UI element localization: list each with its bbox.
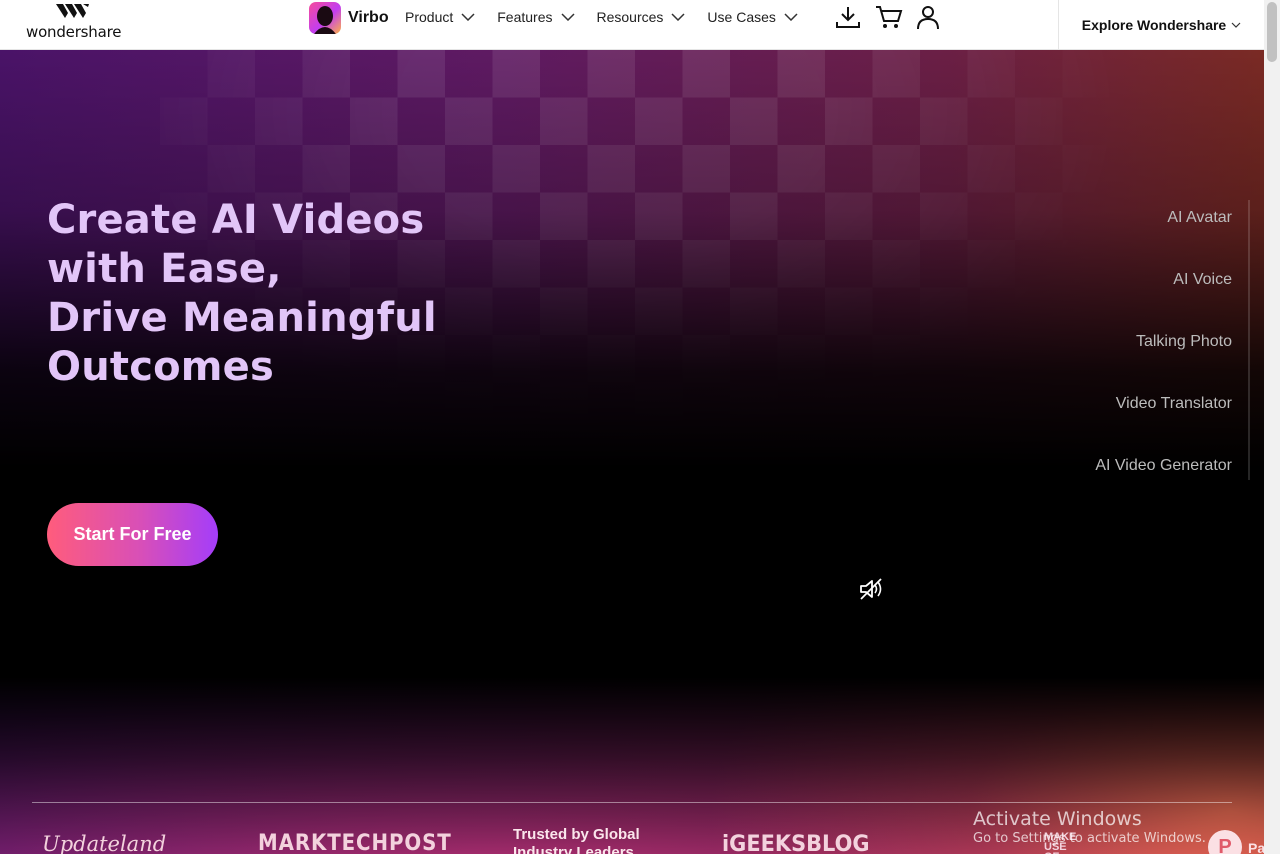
- main-nav: Product Features Resources Use Cases: [405, 9, 798, 25]
- chevron-down-icon: [461, 13, 475, 21]
- virbo-app-icon: [309, 2, 341, 34]
- headline-line: Outcomes: [47, 344, 275, 390]
- site-header: wondershare Virbo Product Features Resou…: [0, 0, 1264, 50]
- nav-product[interactable]: Product: [405, 9, 475, 25]
- chevron-down-icon: [560, 13, 575, 21]
- hero-headline: Create AI Videos with Ease, Drive Meanin…: [47, 196, 467, 392]
- virbo-label: Virbo: [348, 9, 389, 26]
- hero-section: Create AI Videos with Ease, Drive Meanin…: [0, 50, 1264, 854]
- section-divider: [32, 802, 1232, 803]
- nav-label: Product: [405, 9, 454, 25]
- chevron-down-icon: [784, 13, 798, 21]
- cart-icon[interactable]: [875, 4, 903, 30]
- nav-use-cases[interactable]: Use Cases: [707, 9, 798, 25]
- trusted-by-text: Trusted by Global Industry Leaders: [513, 826, 663, 854]
- explore-label: Explore Wondershare: [1081, 17, 1227, 33]
- header-tools: [835, 4, 941, 30]
- logo-partial-text: Pa: [1248, 840, 1264, 854]
- side-menu-ai-voice[interactable]: AI Voice: [1173, 271, 1232, 289]
- headline-line: Drive Meaningful: [47, 295, 437, 341]
- side-menu-talking-photo[interactable]: Talking Photo: [1136, 333, 1232, 351]
- virbo-brand[interactable]: Virbo: [309, 2, 389, 34]
- logo-igeeksblog: iGEEKSBLOG: [722, 832, 870, 854]
- logo-marktechpost: MARKTECHPOST: [258, 831, 452, 854]
- side-menu-video-translator[interactable]: Video Translator: [1116, 395, 1232, 413]
- nav-label: Features: [497, 9, 553, 25]
- headline-line: with Ease,: [47, 246, 282, 292]
- nav-resources[interactable]: Resources: [597, 9, 686, 25]
- side-menu-ai-video-generator[interactable]: AI Video Generator: [1095, 457, 1232, 475]
- chevron-down-icon: [1231, 22, 1241, 28]
- scrollbar-thumb[interactable]: [1267, 2, 1277, 62]
- wondershare-wordmark: wondershare: [26, 23, 122, 41]
- trusted-by-label: Trusted by Global Industry Leaders: [513, 826, 640, 854]
- nav-label: Resources: [596, 9, 664, 25]
- side-menu-ai-avatar[interactable]: AI Avatar: [1167, 209, 1232, 227]
- activate-subtitle: Go to Settings to activate Windows.: [973, 831, 1206, 846]
- start-for-free-button[interactable]: Start For Free: [47, 503, 218, 566]
- nav-features[interactable]: Features: [497, 9, 575, 25]
- explore-wondershare-menu[interactable]: Explore Wondershare: [1058, 0, 1264, 50]
- wondershare-mark-icon: [56, 4, 89, 18]
- nav-label: Use Cases: [707, 9, 776, 25]
- speaker-muted-icon[interactable]: [858, 576, 884, 602]
- windows-activation-watermark: Activate Windows Go to Settings to activ…: [973, 808, 1206, 846]
- page-scrollbar[interactable]: [1264, 0, 1280, 854]
- download-icon[interactable]: [835, 4, 861, 30]
- activate-title: Activate Windows: [973, 808, 1142, 830]
- logo-updateland: Updateland: [42, 832, 167, 854]
- user-icon[interactable]: [915, 4, 941, 30]
- logo-p-badge: P: [1208, 830, 1242, 854]
- chevron-down-icon: [671, 13, 685, 21]
- wondershare-logo[interactable]: wondershare: [26, 1, 122, 45]
- feature-side-menu: AI Avatar AI Voice Talking Photo Video T…: [1050, 200, 1250, 480]
- headline-line: Create AI Videos: [47, 197, 425, 243]
